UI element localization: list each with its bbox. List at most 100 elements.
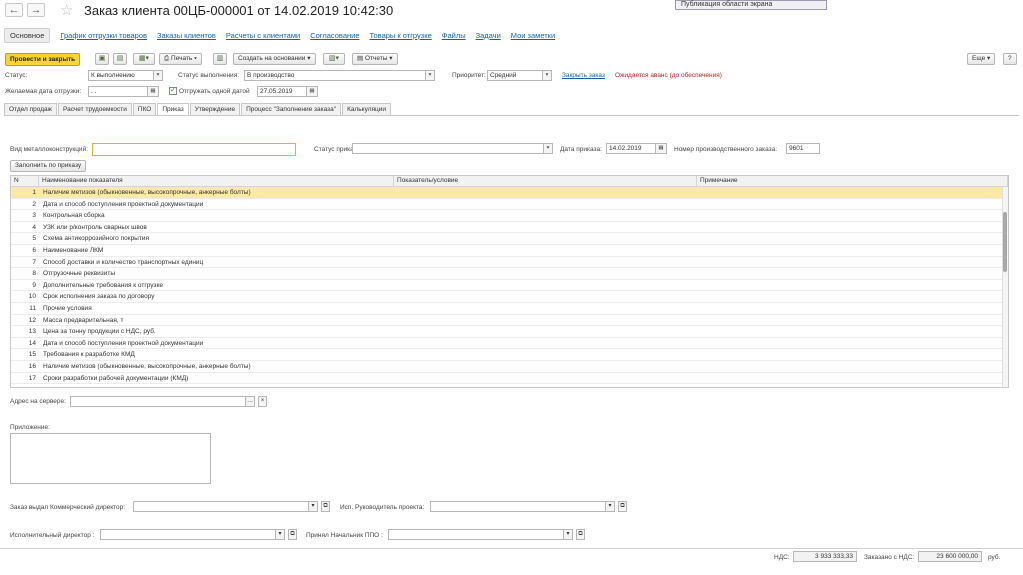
calendar-icon[interactable]: ▦	[656, 143, 667, 154]
project-manager-field[interactable]	[430, 501, 606, 512]
document-icon[interactable]: ▥	[213, 53, 227, 65]
desired-date-field[interactable]: . .	[88, 86, 148, 97]
status-label: Статус:	[5, 72, 28, 79]
print-button[interactable]: ⎙ Печать ▾	[159, 53, 202, 65]
row-number: 11	[29, 304, 36, 312]
priority-label: Приоритет:	[452, 72, 486, 79]
select-icon[interactable]: …	[246, 396, 255, 407]
attachment-area[interactable]	[10, 433, 211, 484]
chevron-down-icon[interactable]: ▾	[276, 529, 285, 540]
col-note[interactable]: Примечание	[697, 176, 1008, 186]
table-row[interactable]: 7 Способ доставки и количество транспортн…	[11, 257, 1008, 269]
row-number: 12	[28, 316, 36, 324]
col-value[interactable]: Показатель/условие	[394, 176, 697, 186]
tab-fill-process[interactable]: Процесс "Заполнение заказа"	[241, 103, 342, 115]
table-row[interactable]: 16 Наличие метизов (обыкновенные, высокоп…	[11, 361, 1008, 373]
ship-one-date-checkbox[interactable]: ✓	[169, 87, 177, 95]
row-indicator-name: УЗК или р/контроль сварных швов	[43, 223, 147, 231]
table-row[interactable]: 9 Дополнительные требования к отгрузке	[11, 280, 1008, 292]
col-n[interactable]: N	[11, 176, 39, 186]
tab-shipping-schedule[interactable]: График отгрузки товаров	[60, 31, 147, 40]
calendar-icon[interactable]: ▦	[307, 86, 318, 97]
more-label: Еще	[972, 55, 986, 62]
clear-icon[interactable]: ×	[258, 396, 267, 407]
open-icon[interactable]: ⧉	[321, 501, 330, 512]
kind-input[interactable]	[92, 143, 296, 156]
tab-client-settlements[interactable]: Расчеты с клиентами	[226, 31, 300, 40]
tab-client-orders[interactable]: Заказы клиентов	[157, 31, 216, 40]
table-row[interactable]: 14 Дата и способ поступления проектной до…	[11, 338, 1008, 350]
priority-field[interactable]: Средний	[487, 70, 543, 81]
reports-button[interactable]: ▤ Отчеты ▾	[352, 53, 398, 65]
order-date-field[interactable]: 14.02.2019	[606, 143, 656, 154]
table-row[interactable]: 1 Наличие метизов (обыкновенные, высокопр…	[11, 187, 1008, 199]
table-row[interactable]: 6 Наименование ЛКМ	[11, 245, 1008, 257]
tab-approval[interactable]: Согласование	[310, 31, 359, 40]
exec-status-field[interactable]: В производство	[244, 70, 426, 81]
fill-by-order-button[interactable]: Заполнить по приказу	[10, 160, 87, 172]
server-field[interactable]	[70, 396, 246, 407]
create-based-button[interactable]: Создать на основании ▾	[233, 53, 316, 65]
table-row[interactable]: 13 Цена за тонну продукции с НДС, руб.	[11, 326, 1008, 338]
chevron-down-icon[interactable]: ▾	[544, 143, 553, 154]
tab-sales-dept[interactable]: Отдел продаж	[4, 103, 57, 115]
tab-files[interactable]: Файлы	[442, 31, 466, 40]
table-row[interactable]: 8 Отгрузочные реквизиты	[11, 268, 1008, 280]
open-icon[interactable]: ⧉	[576, 529, 585, 540]
close-order-link[interactable]: Закрыть заказ	[562, 72, 605, 79]
tab-goods-to-ship[interactable]: Товары к отгрузке	[370, 31, 432, 40]
row-indicator-name: Цена за тонну продукции с НДС, руб.	[43, 328, 156, 336]
tab-pko[interactable]: ПКО	[132, 103, 157, 115]
attachments-icon[interactable]: ▧▾	[323, 53, 345, 65]
help-button[interactable]: ?	[1003, 53, 1017, 65]
tab-main[interactable]: Основное	[4, 27, 51, 43]
table-row[interactable]: 4 УЗК или р/контроль сварных швов	[11, 222, 1008, 234]
open-icon[interactable]: ⧉	[618, 501, 627, 512]
table-row[interactable]: 3 Контрольная сборка	[11, 210, 1008, 222]
back-button[interactable]: ←	[5, 3, 23, 17]
exec-director-field[interactable]	[100, 529, 276, 540]
chevron-down-icon[interactable]: ▾	[543, 70, 552, 81]
prod-order-field[interactable]: 9601	[786, 143, 820, 154]
table-row[interactable]: 2 Дата и способ поступления проектной док…	[11, 199, 1008, 211]
screen-publish-popup[interactable]: Публикация области экрана	[675, 0, 827, 10]
more-button[interactable]: Еще ▾	[967, 53, 996, 65]
total-label: Заказано с НДС:	[864, 554, 915, 561]
open-icon[interactable]: ⧉	[288, 529, 297, 540]
col-name[interactable]: Наименование показателя	[39, 176, 394, 186]
structure-icon[interactable]: ▦▾	[133, 53, 155, 65]
forward-button[interactable]: →	[27, 3, 45, 17]
table-row[interactable]: 11 Прочие условия	[11, 303, 1008, 315]
order-status-field[interactable]	[352, 143, 544, 154]
tab-calculations[interactable]: Калькуляции	[342, 103, 391, 115]
table-row[interactable]: 5 Схема антикоррозийного покрытия	[11, 233, 1008, 245]
commercial-director-field[interactable]	[133, 501, 309, 512]
table-row[interactable]: 17 Сроки разработки рабочей документации …	[11, 373, 1008, 385]
scroll-thumb[interactable]	[1003, 212, 1007, 272]
ppo-head-field[interactable]	[388, 529, 564, 540]
chevron-down-icon[interactable]: ▾	[606, 501, 615, 512]
chevron-down-icon[interactable]: ▾	[564, 529, 573, 540]
popup-text: Публикация области экрана	[681, 1, 773, 8]
post-icon[interactable]: ▤	[113, 53, 127, 65]
chevron-down-icon[interactable]: ▾	[154, 70, 163, 81]
table-row[interactable]: 10 Срок исполнения заказа по договору	[11, 291, 1008, 303]
chevron-down-icon[interactable]: ▾	[426, 70, 435, 81]
tab-approval-sub[interactable]: Утверждение	[189, 103, 241, 115]
post-and-close-button[interactable]: Провести и закрыть	[5, 53, 81, 66]
indicators-table[interactable]: N Наименование показателя Показатель/усл…	[10, 175, 1009, 388]
chevron-down-icon[interactable]: ▾	[309, 501, 318, 512]
table-row[interactable]: 12 Масса предварительная, т	[11, 315, 1008, 327]
tab-tasks[interactable]: Задачи	[476, 31, 501, 40]
calendar-icon[interactable]: ▦	[148, 86, 159, 97]
favorite-star-icon[interactable]: ☆	[60, 1, 73, 19]
sub-tabs: Отдел продаж Расчет трудоемкости ПКО При…	[4, 103, 392, 116]
status-field[interactable]: К выполнению	[88, 70, 154, 81]
table-scrollbar[interactable]	[1002, 187, 1008, 387]
save-icon[interactable]: ▣	[95, 53, 109, 65]
tab-labor-calc[interactable]: Расчет трудоемкости	[57, 103, 132, 115]
row-number: 7	[32, 258, 36, 266]
table-row[interactable]: 15 Требования к разработке КМД	[11, 349, 1008, 361]
tab-my-notes[interactable]: Мои заметки	[511, 31, 555, 40]
ship-date-field[interactable]: 27.05.2019	[257, 86, 307, 97]
